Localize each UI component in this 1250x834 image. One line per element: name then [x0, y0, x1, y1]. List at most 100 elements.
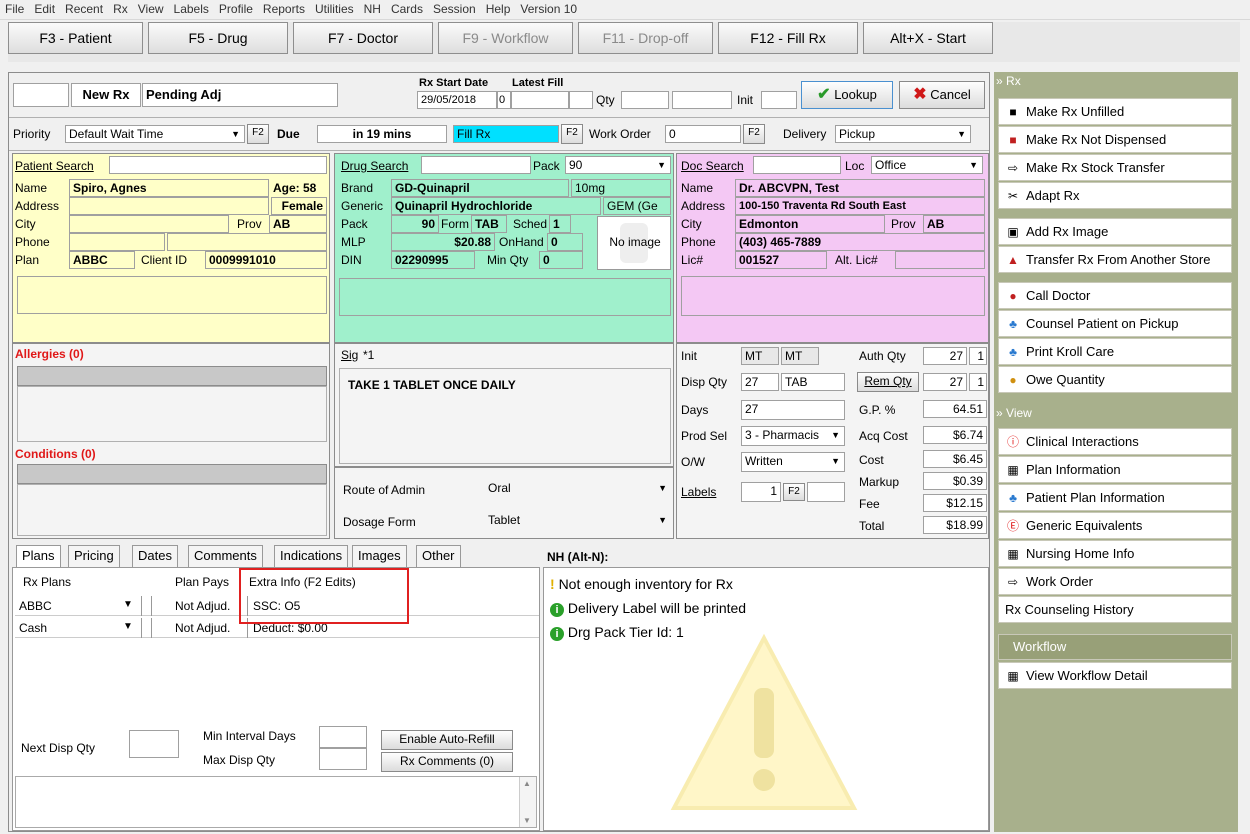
doctor-name[interactable]: Dr. ABCVPN, Test	[735, 179, 985, 197]
rx-comments-button[interactable]: Rx Comments (0)	[381, 752, 513, 772]
workflow-section-header[interactable]: Workflow	[998, 634, 1232, 660]
cancel-button[interactable]: ✖ Cancel	[899, 81, 985, 109]
menu-cards[interactable]: Cards	[386, 0, 428, 16]
view-section-header[interactable]: » View	[996, 406, 1032, 420]
patient-phone[interactable]	[69, 233, 165, 251]
menu-view[interactable]: View	[133, 0, 169, 16]
doctor-lic[interactable]: 001527	[735, 251, 827, 269]
rx-section-header[interactable]: » Rx	[996, 74, 1021, 88]
fill-rx-button[interactable]: F12 - Fill Rx	[718, 22, 858, 54]
doctor-phone[interactable]: (403) 465-7889	[735, 233, 985, 251]
make-rx-not-dispensed-button[interactable]: ■ Make Rx Not Dispensed	[998, 126, 1232, 153]
drug-brand[interactable]: GD-Quinapril	[391, 179, 569, 197]
counsel-patient-button[interactable]: ♣ Counsel Patient on Pickup	[998, 310, 1232, 337]
allergies-header-bar[interactable]	[17, 366, 327, 386]
nursing-home-info-button[interactable]: ▦ Nursing Home Info	[998, 540, 1232, 567]
add-rx-image-button[interactable]: ▣ Add Rx Image	[998, 218, 1232, 245]
chevron-down-icon[interactable]: ▼	[123, 619, 133, 635]
menu-recent[interactable]: Recent	[60, 0, 108, 16]
generic-equivalents-button[interactable]: Ⓔ Generic Equivalents	[998, 512, 1232, 539]
menu-edit[interactable]: Edit	[29, 0, 60, 16]
rem-qty-button[interactable]: Rem Qty	[857, 372, 919, 392]
chevron-down-icon[interactable]: ▼	[123, 597, 133, 613]
tab-images[interactable]: Images	[352, 545, 407, 568]
disp-qty[interactable]: 27	[741, 373, 779, 391]
workflow-button[interactable]: F9 - Workflow	[438, 22, 573, 54]
tab-pricing[interactable]: Pricing	[68, 545, 120, 568]
doctor-button[interactable]: F7 - Doctor	[293, 22, 433, 54]
rx-number-field[interactable]	[13, 83, 69, 107]
make-rx-stock-transfer-button[interactable]: ⇨ Make Rx Stock Transfer	[998, 154, 1232, 181]
patient-phone-2[interactable]	[167, 233, 327, 251]
menu-version[interactable]: Version 10	[515, 0, 582, 16]
tab-other[interactable]: Other	[416, 545, 461, 568]
patient-name[interactable]: Spiro, Agnes	[69, 179, 269, 197]
work-order-f2-button[interactable]: F2	[743, 124, 765, 144]
drug-pack-select[interactable]: 90 ▼	[565, 156, 671, 174]
menu-rx[interactable]: Rx	[108, 0, 133, 16]
min-interval-field[interactable]	[319, 726, 367, 748]
patient-address[interactable]	[69, 197, 269, 215]
tab-dates[interactable]: Dates	[132, 545, 178, 568]
owe-quantity-button[interactable]: ● Owe Quantity	[998, 366, 1232, 393]
labels-field[interactable]: 1	[741, 482, 781, 502]
next-disp-field[interactable]	[129, 730, 179, 758]
priority-f2-button[interactable]: F2	[247, 124, 269, 144]
init-2[interactable]: MT	[781, 347, 819, 365]
allergies-list[interactable]	[17, 386, 327, 442]
menu-utilities[interactable]: Utilities	[310, 0, 359, 16]
doctor-city[interactable]: Edmonton	[735, 215, 885, 233]
drug-notes[interactable]	[339, 278, 671, 316]
rx-start-date[interactable]: 29/05/2018	[417, 91, 497, 109]
patient-plan-information-button[interactable]: ♣ Patient Plan Information	[998, 484, 1232, 511]
tab-indications[interactable]: Indications	[274, 545, 349, 568]
print-kroll-care-button[interactable]: ♣ Print Kroll Care	[998, 338, 1232, 365]
menu-reports[interactable]: Reports	[258, 0, 310, 16]
menu-nh[interactable]: NH	[359, 0, 386, 16]
qty-field[interactable]	[621, 91, 669, 109]
plan-information-button[interactable]: ▦ Plan Information	[998, 456, 1232, 483]
work-order-button[interactable]: ⇨ Work Order	[998, 568, 1232, 595]
patient-button[interactable]: F3 - Patient	[8, 22, 143, 54]
drug-button[interactable]: F5 - Drug	[148, 22, 288, 54]
menu-file[interactable]: File	[0, 0, 29, 16]
clinical-interactions-button[interactable]: ⓘ Clinical Interactions	[998, 428, 1232, 455]
doctor-prov[interactable]: AB	[923, 215, 985, 233]
dosage-form-select[interactable]: Tablet ▼	[485, 512, 671, 530]
route-select[interactable]: Oral ▼	[485, 480, 671, 498]
labels-f2-button[interactable]: F2	[783, 483, 805, 501]
latest-fill-extra[interactable]	[569, 91, 593, 109]
priority-select[interactable]: Default Wait Time ▼	[65, 125, 245, 143]
prod-sel-select[interactable]: 3 - Pharmacis ▼	[741, 426, 845, 446]
init-1[interactable]: MT	[741, 347, 779, 365]
start-button[interactable]: Alt+X - Start	[863, 22, 993, 54]
fill-f2-button[interactable]: F2	[561, 124, 583, 144]
max-disp-field[interactable]	[319, 748, 367, 770]
sig-text-area[interactable]: TAKE 1 TABLET ONCE DAILY	[339, 368, 671, 464]
init-field[interactable]	[761, 91, 797, 109]
menu-labels[interactable]: Labels	[169, 0, 214, 16]
tab-comments[interactable]: Comments	[188, 545, 263, 568]
auth-qty[interactable]: 27	[923, 347, 967, 365]
scroll-down-icon[interactable]: ▼	[523, 816, 531, 825]
drug-image[interactable]: No image	[597, 216, 671, 270]
doctor-address[interactable]: 100-150 Traventa Rd South East	[735, 197, 985, 215]
call-doctor-button[interactable]: ● Call Doctor	[998, 282, 1232, 309]
scroll-up-icon[interactable]: ▲	[523, 779, 531, 788]
days-field[interactable]: 27	[741, 400, 845, 420]
rx-counseling-history-button[interactable]: Rx Counseling History	[998, 596, 1232, 623]
patient-notes[interactable]	[17, 276, 327, 314]
doc-search-input[interactable]	[753, 156, 841, 174]
work-order-field[interactable]: 0	[665, 125, 741, 143]
delivery-select[interactable]: Pickup ▼	[835, 125, 971, 143]
auth-qty-2[interactable]: 1	[969, 347, 987, 365]
conditions-header-bar[interactable]	[17, 464, 327, 484]
patient-plan[interactable]: ABBC	[69, 251, 135, 269]
scrollbar[interactable]: ▲ ▼	[519, 777, 536, 827]
doctor-alt-lic[interactable]	[895, 251, 985, 269]
patient-city[interactable]	[69, 215, 229, 233]
make-rx-unfilled-button[interactable]: ■ Make Rx Unfilled	[998, 98, 1232, 125]
patient-prov[interactable]: AB	[269, 215, 327, 233]
patient-search-input[interactable]	[109, 156, 327, 174]
ow-select[interactable]: Written ▼	[741, 452, 845, 472]
